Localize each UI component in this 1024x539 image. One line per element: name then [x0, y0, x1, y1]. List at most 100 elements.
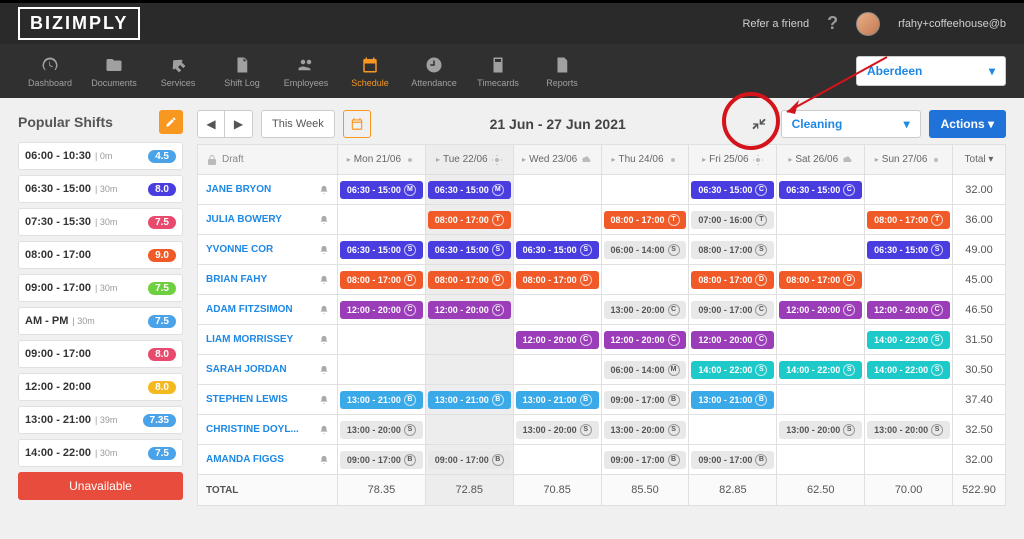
bell-icon[interactable] — [319, 305, 329, 315]
shift-pill[interactable]: 07:00 - 16:00T — [691, 211, 774, 229]
shift-pill[interactable]: 13:00 - 21:00B — [428, 391, 511, 409]
shift-pill[interactable]: 06:30 - 15:00S — [428, 241, 511, 259]
bell-icon[interactable] — [319, 215, 329, 225]
shift-pill[interactable]: 12:00 - 20:00C — [428, 301, 511, 319]
day-cell[interactable]: 13:00 - 21:00B — [689, 385, 777, 414]
shift-pill[interactable]: 06:30 - 15:00C — [779, 181, 862, 199]
day-cell[interactable]: 08:00 - 17:00T — [602, 205, 690, 234]
day-cell[interactable]: 08:00 - 17:00D — [426, 265, 514, 294]
edit-popular-button[interactable] — [159, 110, 183, 134]
day-cell[interactable] — [514, 355, 602, 384]
location-select[interactable]: Aberdeen ▾ — [856, 56, 1006, 86]
shift-pill[interactable]: 13:00 - 20:00S — [867, 421, 950, 439]
bell-icon[interactable] — [319, 365, 329, 375]
day-cell[interactable]: 08:00 - 17:00D — [689, 265, 777, 294]
day-cell[interactable]: 13:00 - 20:00S — [338, 415, 426, 444]
day-cell[interactable]: 13:00 - 21:00B — [514, 385, 602, 414]
day-cell[interactable] — [426, 325, 514, 354]
shift-pill[interactable]: 13:00 - 21:00B — [691, 391, 774, 409]
employee-name[interactable]: JANE BRYON — [198, 175, 338, 204]
collapse-button[interactable] — [745, 110, 773, 138]
day-cell[interactable]: 08:00 - 17:00D — [514, 265, 602, 294]
employee-name[interactable]: SARAH JORDAN — [198, 355, 338, 384]
nav-attendance[interactable]: Attendance — [402, 44, 466, 98]
shift-pill[interactable]: 12:00 - 20:00C — [691, 331, 774, 349]
shift-pill[interactable]: 09:00 - 17:00B — [604, 451, 687, 469]
day-cell[interactable]: 12:00 - 20:00C — [602, 325, 690, 354]
day-cell[interactable]: 08:00 - 17:00S — [689, 235, 777, 264]
day-cell[interactable]: 14:00 - 22:00S — [865, 325, 953, 354]
shift-pill[interactable]: 06:30 - 15:00M — [340, 181, 423, 199]
day-cell[interactable]: 13:00 - 20:00C — [602, 295, 690, 324]
popular-shift[interactable]: 06:00 - 10:30| 0m4.5 — [18, 142, 183, 170]
popular-shift[interactable]: 09:00 - 17:008.0 — [18, 340, 183, 368]
day-cell[interactable] — [777, 235, 865, 264]
shift-pill[interactable]: 09:00 - 17:00B — [604, 391, 687, 409]
shift-pill[interactable]: 13:00 - 20:00S — [340, 421, 423, 439]
day-cell[interactable]: 09:00 - 17:00B — [602, 445, 690, 474]
username[interactable]: rfahy+coffeehouse@b — [898, 18, 1006, 30]
day-cell[interactable] — [514, 295, 602, 324]
popular-shift[interactable]: 13:00 - 21:00| 39m7.35 — [18, 406, 183, 434]
shift-pill[interactable]: 08:00 - 17:00D — [779, 271, 862, 289]
shift-pill[interactable]: 08:00 - 17:00D — [516, 271, 599, 289]
shift-pill[interactable]: 14:00 - 22:00S — [691, 361, 774, 379]
nav-dashboard[interactable]: Dashboard — [18, 44, 82, 98]
day-cell[interactable]: 12:00 - 20:00C — [338, 295, 426, 324]
prev-week-button[interactable]: ◀ — [197, 110, 225, 138]
popular-shift[interactable]: 07:30 - 15:30| 30m7.5 — [18, 208, 183, 236]
department-select[interactable]: Cleaning ▾ — [781, 110, 921, 138]
shift-pill[interactable]: 06:00 - 14:00S — [604, 241, 687, 259]
day-cell[interactable]: 06:30 - 15:00M — [426, 175, 514, 204]
nav-schedule[interactable]: Schedule — [338, 44, 402, 98]
shift-pill[interactable]: 09:00 - 17:00B — [691, 451, 774, 469]
day-cell[interactable] — [514, 205, 602, 234]
day-cell[interactable] — [338, 325, 426, 354]
day-cell[interactable]: 12:00 - 20:00C — [865, 295, 953, 324]
day-cell[interactable] — [777, 325, 865, 354]
day-cell[interactable] — [426, 415, 514, 444]
day-cell[interactable] — [777, 205, 865, 234]
day-cell[interactable]: 06:30 - 15:00C — [777, 175, 865, 204]
day-cell[interactable] — [865, 385, 953, 414]
day-cell[interactable] — [514, 175, 602, 204]
help-icon[interactable]: ? — [827, 13, 838, 34]
day-cell[interactable] — [338, 205, 426, 234]
shift-pill[interactable]: 13:00 - 20:00S — [516, 421, 599, 439]
brand-logo[interactable]: BIZIMPLY — [18, 7, 140, 40]
day-cell[interactable]: 09:00 - 17:00B — [338, 445, 426, 474]
employee-name[interactable]: LIAM MORRISSEY — [198, 325, 338, 354]
nav-timecards[interactable]: Timecards — [466, 44, 530, 98]
shift-pill[interactable]: 13:00 - 21:00B — [516, 391, 599, 409]
day-cell[interactable]: 14:00 - 22:00S — [865, 355, 953, 384]
employee-name[interactable]: YVONNE COR — [198, 235, 338, 264]
shift-pill[interactable]: 08:00 - 17:00D — [340, 271, 423, 289]
shift-pill[interactable]: 12:00 - 20:00C — [516, 331, 599, 349]
shift-pill[interactable]: 12:00 - 20:00C — [867, 301, 950, 319]
shift-pill[interactable]: 08:00 - 17:00T — [428, 211, 511, 229]
day-cell[interactable]: 06:00 - 14:00S — [602, 235, 690, 264]
day-cell[interactable] — [426, 355, 514, 384]
day-cell[interactable]: 08:00 - 17:00T — [426, 205, 514, 234]
day-header[interactable]: ▸Tue 22/06 — [426, 145, 514, 174]
day-cell[interactable]: 13:00 - 21:00B — [426, 385, 514, 414]
day-header[interactable]: ▸Wed 23/06 — [514, 145, 602, 174]
shift-pill[interactable]: 13:00 - 20:00S — [779, 421, 862, 439]
shift-pill[interactable]: 08:00 - 17:00T — [867, 211, 950, 229]
day-cell[interactable]: 14:00 - 22:00S — [689, 355, 777, 384]
employee-name[interactable]: CHRISTINE DOYL... — [198, 415, 338, 444]
day-cell[interactable]: 06:30 - 15:00M — [338, 175, 426, 204]
shift-pill[interactable]: 06:30 - 15:00M — [428, 181, 511, 199]
this-week-button[interactable]: This Week — [261, 110, 335, 138]
day-cell[interactable] — [602, 175, 690, 204]
day-cell[interactable]: 12:00 - 20:00C — [514, 325, 602, 354]
bell-icon[interactable] — [319, 455, 329, 465]
shift-pill[interactable]: 13:00 - 20:00C — [604, 301, 687, 319]
shift-pill[interactable]: 13:00 - 21:00B — [340, 391, 423, 409]
day-cell[interactable]: 13:00 - 20:00S — [602, 415, 690, 444]
popular-shift[interactable]: AM - PM| 30m7.5 — [18, 307, 183, 335]
day-cell[interactable] — [602, 265, 690, 294]
shift-pill[interactable]: 12:00 - 20:00C — [340, 301, 423, 319]
popular-shift[interactable]: 08:00 - 17:009.0 — [18, 241, 183, 269]
day-cell[interactable]: 09:00 - 17:00B — [689, 445, 777, 474]
